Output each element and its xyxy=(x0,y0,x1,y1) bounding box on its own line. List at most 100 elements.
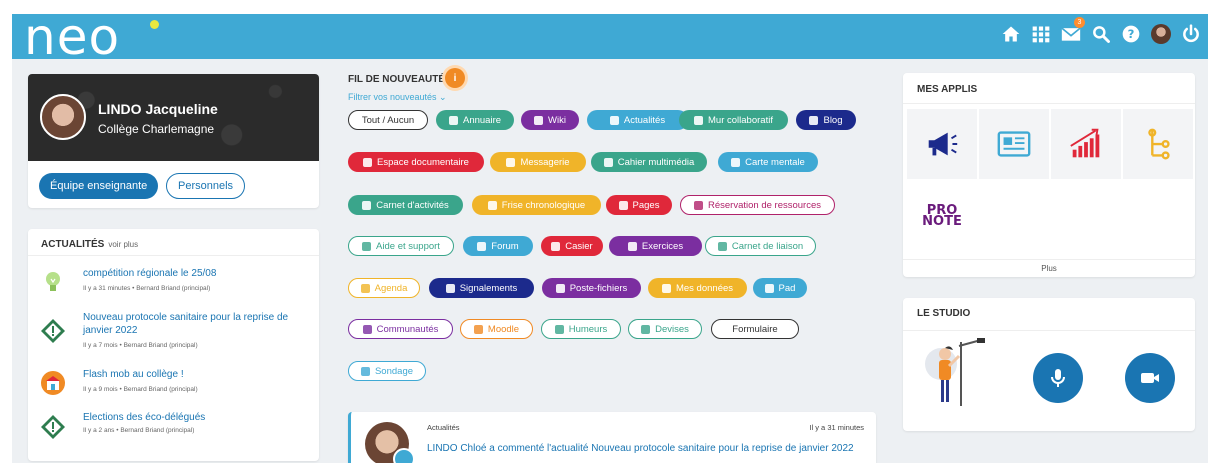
news-item-meta: Il y a 31 minutes • Bernard Briand (prin… xyxy=(83,285,211,292)
video-camera-icon[interactable] xyxy=(1125,353,1175,403)
profile-header: LINDO Jacqueline Collège Charlemagne xyxy=(28,74,319,161)
newspaper-icon[interactable] xyxy=(979,109,1049,179)
timeline-icon[interactable] xyxy=(1123,109,1193,179)
profile-avatar[interactable] xyxy=(40,94,86,140)
microphone-icon[interactable] xyxy=(1033,353,1083,403)
chip-label: Signalements xyxy=(459,282,518,294)
user-avatar[interactable] xyxy=(1150,23,1172,45)
chip-label: Exercices xyxy=(641,240,684,252)
filter-chip[interactable]: Signalements xyxy=(429,278,534,298)
apps-more-link[interactable]: Plus xyxy=(903,259,1195,277)
divider xyxy=(28,255,319,256)
activity-card[interactable]: Actualités Il y a 31 minutes LINDO Chloé… xyxy=(348,412,876,463)
search-icon[interactable] xyxy=(1090,23,1112,45)
filter-chip[interactable]: Carte mentale xyxy=(718,152,818,172)
filter-chip[interactable]: Mes données xyxy=(648,278,747,298)
chip-icon xyxy=(694,200,703,210)
studio-card: LE STUDIO xyxy=(903,298,1195,431)
filter-chip[interactable]: Espace documentaire xyxy=(348,152,484,172)
filter-chip[interactable]: Sondage xyxy=(348,361,426,381)
divider xyxy=(903,330,1195,331)
filter-chip[interactable]: Pages xyxy=(606,195,672,215)
filter-chip[interactable]: Moodle xyxy=(460,319,533,339)
filter-chip[interactable]: Humeurs xyxy=(541,319,621,339)
filter-chip[interactable]: Cahier multimédia xyxy=(591,152,707,172)
filter-chip[interactable]: Carnet de liaison xyxy=(705,236,816,256)
filter-chip[interactable]: Devises xyxy=(628,319,702,339)
filter-chip[interactable]: Actualités xyxy=(587,110,688,130)
filter-chip[interactable]: Blog xyxy=(796,110,856,130)
chip-label: Carnet de liaison xyxy=(731,240,804,252)
logo-dot xyxy=(150,20,159,29)
chip-label: Carnet d'activités xyxy=(376,199,449,211)
filter-chip[interactable]: Forum xyxy=(463,236,533,256)
chip-label: Pad xyxy=(778,282,796,294)
filter-chip[interactable]: Pad xyxy=(753,278,807,298)
filter-chip[interactable]: Messagerie xyxy=(490,152,586,172)
filter-chip[interactable]: Communautés xyxy=(348,319,453,339)
chip-label: Communautés xyxy=(376,323,439,335)
chip-icon xyxy=(360,283,370,293)
chip-icon xyxy=(448,115,458,125)
profile-name[interactable]: LINDO Jacqueline xyxy=(98,101,218,117)
filter-chip[interactable]: Tout / Aucun xyxy=(348,110,428,130)
home-icon[interactable] xyxy=(1000,23,1022,45)
megaphone-icon[interactable] xyxy=(907,109,977,179)
filter-chip[interactable]: Carnet d'activités xyxy=(348,195,463,215)
power-icon[interactable] xyxy=(1180,23,1202,45)
news-item-title[interactable]: Elections des éco-délégués xyxy=(83,411,308,424)
chip-label: Humeurs xyxy=(568,323,608,335)
studio-title: LE STUDIO xyxy=(917,308,971,319)
activity-time: Il y a 31 minutes xyxy=(809,423,864,432)
neo-logo[interactable]: neo xyxy=(24,14,120,66)
chip-icon xyxy=(627,241,637,251)
chip-label: Espace documentaire xyxy=(377,156,469,168)
top-bar: neo 3 ? xyxy=(12,14,1208,66)
chip-icon xyxy=(618,200,628,210)
info-icon[interactable]: i xyxy=(445,68,465,88)
teaching-team-button[interactable]: Équipe enseignante xyxy=(39,173,159,199)
chip-icon xyxy=(609,115,619,125)
filter-chip[interactable]: Annuaire xyxy=(436,110,514,130)
chip-label: Messagerie xyxy=(520,156,570,168)
news-see-more-link[interactable]: voir plus xyxy=(108,240,138,249)
chip-label: Poste-fichiers xyxy=(569,282,628,294)
profile-school: Collège Charlemagne xyxy=(98,122,215,136)
filter-chip[interactable]: Exercices xyxy=(609,236,702,256)
filter-chip[interactable]: Mur collaboratif xyxy=(679,110,788,130)
filter-chip[interactable]: Poste-fichiers xyxy=(542,278,641,298)
chip-label: Blog xyxy=(823,114,843,126)
chip-icon xyxy=(603,157,613,167)
filter-chip[interactable]: Wiki xyxy=(521,110,579,130)
filter-chip[interactable]: Réservation de ressources xyxy=(680,195,835,215)
chip-label: Mes données xyxy=(675,282,734,294)
filter-chip[interactable]: Casier xyxy=(541,236,603,256)
help-icon[interactable]: ? xyxy=(1120,23,1142,45)
staff-button[interactable]: Personnels xyxy=(166,173,246,199)
chip-icon xyxy=(445,283,455,293)
filter-chip[interactable]: Aide et support xyxy=(348,236,454,256)
news-item-title[interactable]: compétition régionale le 25/08 xyxy=(83,267,308,280)
chip-icon xyxy=(717,241,727,251)
filter-chip[interactable]: Agenda xyxy=(348,278,420,298)
mail-icon[interactable]: 3 xyxy=(1060,17,1085,45)
chip-label: Aide et support xyxy=(376,240,440,252)
chip-label: Actualités xyxy=(623,114,666,126)
feed-filter-toggle[interactable]: Filtrer vos nouveautés ⌄ xyxy=(348,92,447,103)
news-item-title[interactable]: Flash mob au collège ! xyxy=(83,368,308,381)
top-icons: 3 ? xyxy=(1000,17,1202,45)
activity-text[interactable]: LINDO Chloé a commenté l'actualité Nouve… xyxy=(427,443,854,454)
chart-icon[interactable] xyxy=(1051,109,1121,179)
my-apps-card: MES APPLIS PRO NOTE Plus xyxy=(903,73,1195,277)
filter-chip[interactable]: Formulaire xyxy=(711,319,799,339)
divider xyxy=(903,103,1195,104)
apps-grid-icon[interactable] xyxy=(1030,23,1052,45)
chip-icon xyxy=(661,283,671,293)
news-title: ACTUALITÉS xyxy=(41,239,105,250)
chip-label: Forum xyxy=(491,240,519,252)
pronote-app[interactable]: PRO NOTE xyxy=(907,181,977,251)
chip-icon xyxy=(506,157,516,167)
filter-chip[interactable]: Frise chronologique xyxy=(472,195,601,215)
chip-label: Carte mentale xyxy=(745,156,805,168)
news-item-title[interactable]: Nouveau protocole sanitaire pour la repr… xyxy=(83,311,308,337)
